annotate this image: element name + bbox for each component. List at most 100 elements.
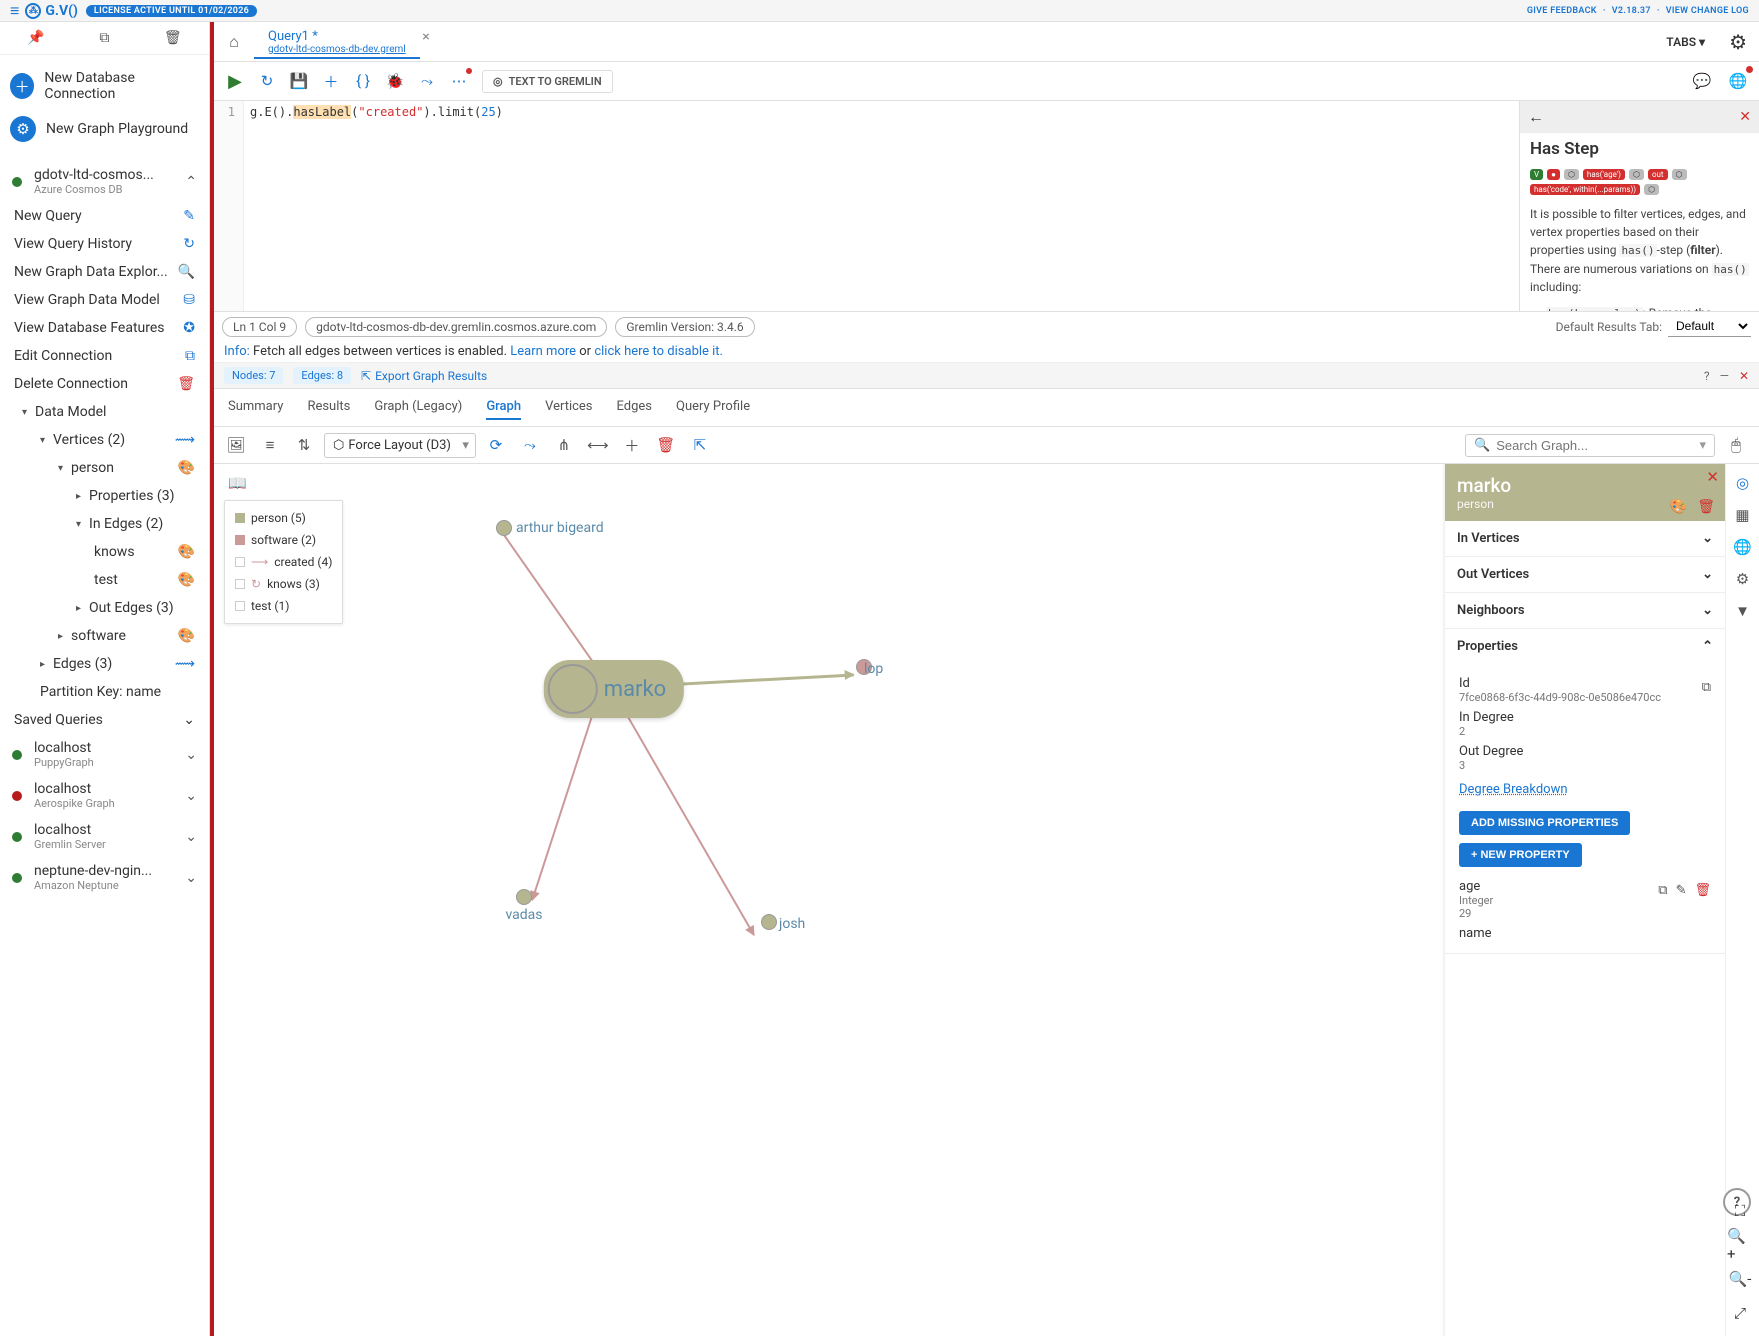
filter-icon[interactable]: ≡	[256, 431, 284, 459]
chevron-down-icon[interactable]: ▾	[1699, 438, 1706, 453]
graph-edge[interactable]	[531, 710, 595, 901]
funnel-icon[interactable]: ▼	[1735, 602, 1750, 620]
graph-node[interactable]: lop	[856, 659, 872, 679]
section-in-vertices[interactable]: In Vertices⌄	[1445, 521, 1725, 556]
legend-item[interactable]: person (5)	[235, 507, 332, 529]
text-to-gremlin-button[interactable]: ◎ TEXT TO GREMLIN	[482, 70, 613, 93]
add-button[interactable]: ＋	[316, 66, 346, 96]
legend-item[interactable]: software (2)	[235, 529, 332, 551]
sliders-icon[interactable]: ⚙	[1736, 570, 1749, 588]
new-property-button[interactable]: + NEW PROPERTY	[1459, 843, 1582, 867]
menu-model[interactable]: View Graph Data Model⛁	[0, 286, 209, 314]
run-button[interactable]: ▶	[220, 66, 250, 96]
tree-icon[interactable]: ⋔	[550, 431, 578, 459]
menu-delete[interactable]: Delete Connection🗑	[0, 370, 209, 398]
add-missing-button[interactable]: ADD MISSING PROPERTIES	[1459, 811, 1630, 835]
app-logo[interactable]: ⁂ G.V()	[25, 3, 78, 19]
globe-icon[interactable]: 🌐	[1723, 66, 1753, 96]
chevron-down-icon[interactable]: ⌄	[185, 747, 197, 763]
feedback-link[interactable]: GIVE FEEDBACK	[1527, 6, 1597, 16]
tree-edges[interactable]: ▸Edges (3)⟿	[0, 650, 209, 678]
graph-node-selected[interactable]: marko	[544, 660, 684, 718]
version-link[interactable]: V2.18.37	[1612, 6, 1651, 16]
tree-test[interactable]: test🎨	[0, 566, 209, 594]
connection-item[interactable]: gdotv-ltd-cosmos... Azure Cosmos DB ⌃	[0, 161, 209, 202]
tree-knows[interactable]: knows🎨	[0, 538, 209, 566]
graph-edge[interactable]	[654, 674, 854, 687]
trash-icon[interactable]: 🗑	[1697, 499, 1715, 515]
settings-icon[interactable]: ⚙	[1717, 30, 1759, 54]
saved-queries[interactable]: Saved Queries⌄	[0, 706, 209, 734]
close-tab-icon[interactable]: ×	[422, 29, 429, 45]
more-button[interactable]: ⋯	[444, 66, 474, 96]
degree-breakdown-link[interactable]: Degree Breakdown	[1459, 782, 1711, 797]
tree-person[interactable]: ▾person🎨	[0, 454, 209, 482]
graph-node[interactable]: vadas	[516, 889, 532, 909]
tabs-dropdown[interactable]: TABS ▾	[1654, 35, 1717, 49]
export-icon[interactable]: ⇱	[686, 431, 714, 459]
back-icon[interactable]: ←	[1528, 107, 1544, 127]
close-icon[interactable]: ✕	[1739, 369, 1749, 383]
section-properties[interactable]: Properties⌃	[1445, 629, 1725, 664]
menu-new-query[interactable]: New Query✎	[0, 202, 209, 230]
connection-item[interactable]: localhostPuppyGraph ⌄	[0, 734, 209, 775]
menu-history[interactable]: View Query History↻	[0, 230, 209, 258]
path-button[interactable]: ⤳	[412, 66, 442, 96]
query-tab[interactable]: Query1 * gdotv-ltd-cosmos-db-dev.greml ×	[254, 25, 420, 59]
edit-icon[interactable]: ✎	[1676, 883, 1687, 898]
graph-node[interactable]: josh	[761, 914, 777, 934]
section-neighbors[interactable]: Neighboors⌄	[1445, 593, 1725, 628]
format-button[interactable]: { }	[348, 66, 378, 96]
legend-item[interactable]: ⟶created (4)	[235, 551, 332, 573]
trash-icon[interactable]: 🗑	[1694, 883, 1711, 898]
mouse-icon[interactable]: 🖱	[1721, 435, 1751, 455]
tab-graph[interactable]: Graph	[486, 395, 521, 420]
search-input[interactable]	[1496, 438, 1699, 453]
chevron-down-icon[interactable]: ⌄	[185, 870, 197, 886]
graph-search[interactable]: 🔍 ▾	[1465, 434, 1715, 457]
graph-edge[interactable]	[623, 710, 755, 936]
fit-icon[interactable]: ⤢	[1727, 1300, 1753, 1326]
zoom-out-icon[interactable]: 🔍-	[1727, 1266, 1753, 1292]
chevron-down-icon[interactable]: ⌄	[183, 712, 195, 728]
table-icon[interactable]: ▦	[1735, 506, 1749, 524]
tree-software[interactable]: ▸software🎨	[0, 622, 209, 650]
connection-item[interactable]: localhostGremlin Server ⌄	[0, 816, 209, 857]
tab-edges[interactable]: Edges	[617, 395, 653, 420]
tab-results[interactable]: Results	[307, 395, 350, 420]
chevron-up-icon[interactable]: ⌃	[185, 174, 197, 190]
refresh-icon[interactable]: ⟳	[482, 431, 510, 459]
hamburger-icon[interactable]: ≡	[10, 1, 19, 21]
history-button[interactable]: ↻	[252, 66, 282, 96]
chevron-down-icon[interactable]: ⌄	[185, 788, 197, 804]
zoom-in-icon[interactable]: 🔍+	[1727, 1232, 1753, 1258]
license-badge[interactable]: LICENSE ACTIVE UNTIL 01/02/2026	[86, 5, 257, 17]
trash-icon[interactable]: 🗑	[164, 30, 182, 46]
copy-icon[interactable]: ⧉	[1658, 883, 1667, 898]
disable-link[interactable]: click here to disable it.	[594, 344, 723, 359]
palette-icon[interactable]: 🎨	[1670, 499, 1687, 515]
tree-in-edges[interactable]: ▾In Edges (2)	[0, 510, 209, 538]
learn-more-link[interactable]: Learn more	[510, 344, 576, 359]
chat-icon[interactable]: 💬	[1687, 66, 1717, 96]
sort-icon[interactable]: ⇅	[290, 431, 318, 459]
close-icon[interactable]: ✕	[1739, 109, 1751, 125]
code-editor[interactable]: 1 g.E().hasLabel("created").limit(25) ← …	[214, 101, 1759, 311]
copy-icon[interactable]: ⧉	[99, 30, 109, 46]
menu-features[interactable]: View Database Features✪	[0, 314, 209, 342]
legend-item[interactable]: test (1)	[235, 595, 332, 617]
home-tab[interactable]: ⌂	[214, 32, 254, 52]
tab-profile[interactable]: Query Profile	[676, 395, 750, 420]
section-out-vertices[interactable]: Out Vertices⌄	[1445, 557, 1725, 592]
fullscreen-icon[interactable]: ⛶	[1727, 1198, 1753, 1224]
default-tab-select[interactable]: Default	[1668, 316, 1751, 337]
edge-icon[interactable]: ⟷	[584, 431, 612, 459]
delete-icon[interactable]: 🗑	[652, 431, 680, 459]
debug-button[interactable]: 🐞	[380, 66, 410, 96]
changelog-link[interactable]: VIEW CHANGE LOG	[1666, 6, 1749, 16]
connection-item[interactable]: localhostAerospike Graph ⌄	[0, 775, 209, 816]
minimize-icon[interactable]: —	[1720, 369, 1729, 383]
legend-item[interactable]: ↻knows (3)	[235, 573, 332, 595]
pin-icon[interactable]: 📌	[27, 30, 44, 46]
chevron-down-icon[interactable]: ⌄	[185, 829, 197, 845]
